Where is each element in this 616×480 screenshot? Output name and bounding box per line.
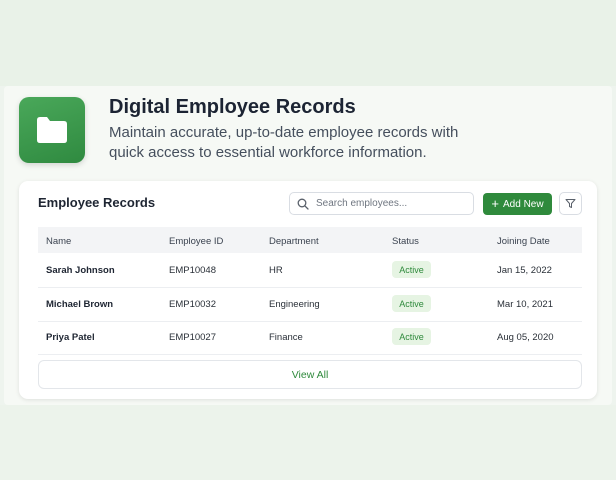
column-header-status: Status <box>392 236 419 247</box>
column-header-joining-date: Joining Date <box>497 236 550 247</box>
add-new-label: Add New <box>503 198 544 210</box>
filter-icon <box>565 199 576 208</box>
table-header: Name Employee ID Department Status Joini… <box>38 227 582 253</box>
table-row[interactable]: Michael Brown EMP10032 Engineering Activ… <box>38 288 582 322</box>
hero-description: Maintain accurate, up-to-date employee r… <box>109 124 459 161</box>
employee-name: Priya Patel <box>46 332 95 343</box>
joining-date: Mar 10, 2021 <box>497 299 553 310</box>
search-box <box>289 192 475 215</box>
plus-icon: + <box>491 196 499 211</box>
status-badge: Active <box>392 261 431 278</box>
column-header-name: Name <box>46 236 72 247</box>
column-header-employee-id: Employee ID <box>169 236 224 247</box>
employee-department: Engineering <box>269 299 320 310</box>
status-badge: Active <box>392 295 431 312</box>
employee-id: EMP10048 <box>169 265 217 276</box>
employee-records-card: Employee Records + Add New Name Employee… <box>19 181 597 399</box>
employee-id: EMP10032 <box>169 299 217 310</box>
column-header-department: Department <box>269 236 319 247</box>
status-badge: Active <box>392 328 431 345</box>
card-title: Employee Records <box>38 195 156 210</box>
page-background-bottom <box>0 405 616 480</box>
table-row[interactable]: Priya Patel EMP10027 Finance Active Aug … <box>38 321 582 355</box>
employee-name: Sarah Johnson <box>46 265 115 276</box>
employee-department: HR <box>269 265 283 276</box>
add-new-button[interactable]: + Add New <box>483 193 552 215</box>
employee-name: Michael Brown <box>46 299 114 310</box>
table-row[interactable]: Sarah Johnson EMP10048 HR Active Jan 15,… <box>38 254 582 288</box>
folder-icon <box>19 97 85 163</box>
joining-date: Aug 05, 2020 <box>497 332 554 343</box>
hero-title: Digital Employee Records <box>109 96 356 118</box>
search-icon <box>297 198 309 210</box>
employee-id: EMP10027 <box>169 332 217 343</box>
joining-date: Jan 15, 2022 <box>497 265 552 276</box>
page-background-top <box>0 0 616 86</box>
view-all-button[interactable]: View All <box>38 360 582 389</box>
filter-button[interactable] <box>559 192 582 215</box>
search-input[interactable] <box>312 193 475 214</box>
employee-department: Finance <box>269 332 303 343</box>
